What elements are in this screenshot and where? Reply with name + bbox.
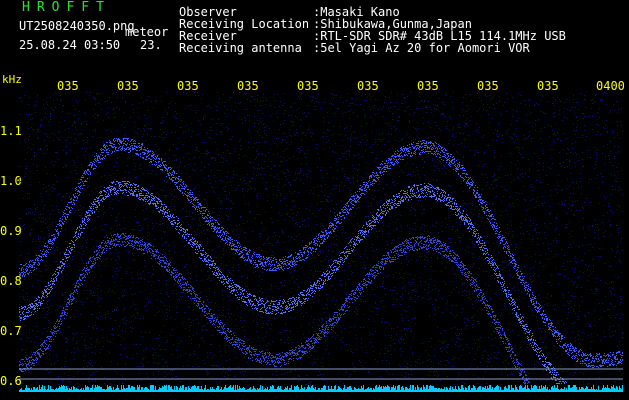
time-tick: 035 [57, 79, 79, 93]
signal-trace [19, 233, 530, 384]
datetime: 25.08.24 03:50 [19, 38, 121, 52]
brand-title: HROFFT [22, 0, 111, 15]
status-value: 23. [140, 38, 162, 52]
time-tick: 0400 [596, 79, 625, 93]
time-tick: 035 [297, 79, 319, 93]
time-tick: 035 [117, 79, 139, 93]
baseline-noise [19, 385, 623, 392]
waterfall-canvas [19, 92, 623, 392]
time-tick: 035 [537, 79, 559, 93]
info-value-antenna: :5el Yagi Az 20 for Aomori VOR [313, 41, 530, 55]
time-tick: 035 [237, 79, 259, 93]
mode-label: meteor [125, 25, 169, 39]
file-name: UT2508240350.png [19, 19, 135, 33]
time-tick: 035 [357, 79, 379, 93]
time-tick: 035 [417, 79, 439, 93]
time-tick: 035 [477, 79, 499, 93]
info-label-antenna: Receiving antenna [179, 41, 302, 55]
waterfall-spectrogram [19, 92, 623, 392]
khz-unit-label: kHz [2, 73, 22, 86]
time-tick: 035 [177, 79, 199, 93]
